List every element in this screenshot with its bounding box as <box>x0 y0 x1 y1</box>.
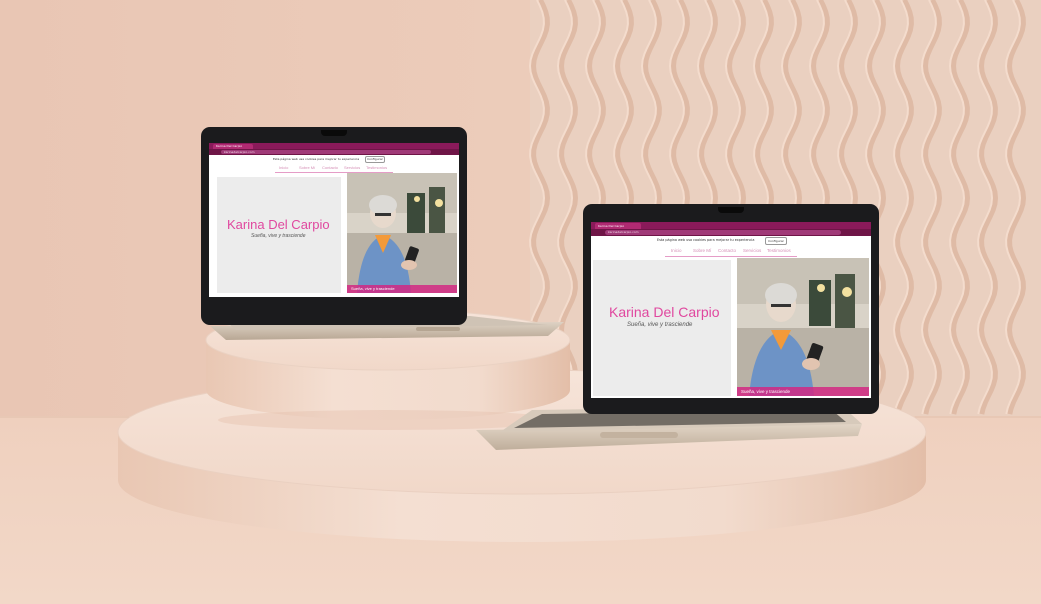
camera-notch <box>718 207 744 213</box>
nav-contacto[interactable]: Contacto <box>322 165 338 170</box>
backdrop-illustration <box>0 0 1041 604</box>
nav-servicios[interactable]: Servicios <box>743 248 761 253</box>
browser-tab-bar: Karina Del Carpio <box>591 222 871 229</box>
hero-subtitle: Sueña, vive y trasciende <box>251 233 306 239</box>
laptop-screen: Karina Del Carpio karinadelcarpio.com Es… <box>209 143 459 297</box>
site-nav: Inicio Sobre Mí Contacto Servicios Testi… <box>591 245 871 257</box>
cookie-notice-text: Esta página web usa cookies para mejorar… <box>273 157 360 161</box>
nav-underline <box>665 256 797 257</box>
woman-with-phone-photo <box>737 258 869 396</box>
cookie-notice-text: Esta página web usa cookies para mejorar… <box>657 238 755 242</box>
woman-with-phone-photo <box>347 173 457 293</box>
nav-testimonios[interactable]: Testimonios <box>366 165 387 170</box>
photo-caption-bar: Sueña, vive y trasciende <box>347 285 457 293</box>
url-field[interactable]: karinadelcarpio.com <box>221 150 431 154</box>
hero-photo: Sueña, vive y trasciende <box>347 173 457 293</box>
nav-sobre-mi[interactable]: Sobre Mí <box>693 248 711 253</box>
product-mockup-scene: Karina Del Carpio karinadelcarpio.com Es… <box>0 0 1041 604</box>
cookie-settings-button[interactable]: Configurar <box>765 237 787 245</box>
hero-panel: Karina Del Carpio Sueña, vive y trascien… <box>217 177 341 293</box>
laptop-back-left: Karina Del Carpio karinadelcarpio.com Es… <box>201 127 467 325</box>
url-text: karinadelcarpio.com <box>608 230 639 234</box>
nav-contacto[interactable]: Contacto <box>718 248 736 253</box>
url-text: karinadelcarpio.com <box>224 150 255 154</box>
photo-caption: Sueña, vive y trasciende <box>351 286 395 291</box>
camera-notch <box>321 130 347 136</box>
url-field[interactable]: karinadelcarpio.com <box>605 230 841 235</box>
hero-subtitle: Sueña, vive y trasciende <box>627 322 693 328</box>
site-nav: Inicio Sobre Mí Contacto Servicios Testi… <box>209 163 459 173</box>
hero-panel: Karina Del Carpio Sueña, vive y trascien… <box>593 260 731 396</box>
laptop-screen: Karina Del Carpio karinadelcarpio.com Es… <box>591 222 871 398</box>
photo-caption: Sueña, vive y trasciende <box>741 389 791 394</box>
nav-testimonios[interactable]: Testimonios <box>767 248 791 253</box>
hero-photo: Sueña, vive y trasciende <box>737 258 869 396</box>
browser-address-bar: karinadelcarpio.com <box>591 229 871 236</box>
cookie-settings-button[interactable]: Configurar <box>365 156 385 163</box>
nav-sobre-mi[interactable]: Sobre Mí <box>299 165 315 170</box>
nav-inicio[interactable]: Inicio <box>671 248 682 253</box>
nav-servicios[interactable]: Servicios <box>344 165 360 170</box>
nav-inicio[interactable]: Inicio <box>279 165 288 170</box>
photo-caption-bar: Sueña, vive y trasciende <box>737 387 869 396</box>
hero-title: Karina Del Carpio <box>609 304 720 320</box>
laptop-front-right: Karina Del Carpio karinadelcarpio.com Es… <box>583 204 879 414</box>
hero-title: Karina Del Carpio <box>227 217 330 232</box>
